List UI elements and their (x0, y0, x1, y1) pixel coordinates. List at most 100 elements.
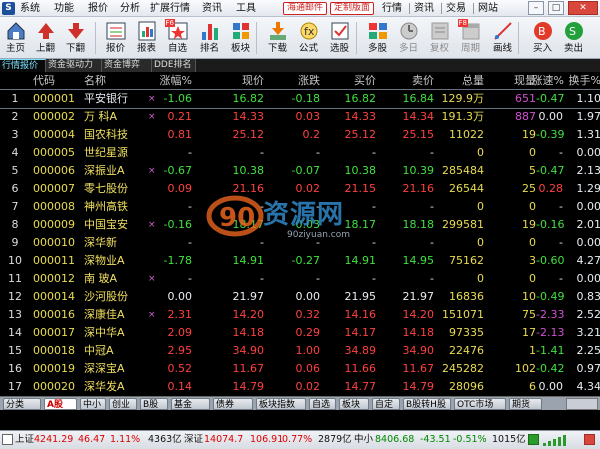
stock-code: 000007 (33, 182, 75, 195)
table-row[interactable]: 5 000006 深振业A × -0.67 10.38 -0.07 10.38 10.39 285… (0, 162, 600, 180)
tab-quote[interactable]: 行情报价 (0, 59, 46, 72)
table-row[interactable]: 4 000005 世纪星源 - - - - -0 0-0.00 (0, 144, 600, 162)
tab-dde-ranking[interactable]: DDE排名 (152, 59, 196, 72)
report-button[interactable]: 报表 (131, 18, 162, 58)
ranking-button[interactable]: 排名 (194, 18, 225, 58)
market-tab-0[interactable]: 分类 (3, 398, 41, 410)
col-speed[interactable]: 涨速% (530, 72, 564, 90)
market-tab-12[interactable]: OTC市场 (454, 398, 506, 410)
table-row[interactable]: 13 000016 深康佳A × 2.31 14.20 0.32 14.16 14.20 1510… (0, 306, 600, 324)
menu-trade[interactable]: 交易 (446, 2, 466, 15)
minimize-icon[interactable]: – (528, 1, 544, 15)
table-row[interactable]: 7 000008 神州高铁 - - - - -0 0-0.00 (0, 198, 600, 216)
connection-icon[interactable] (528, 434, 539, 445)
sell-button[interactable]: S 卖出 (558, 18, 589, 58)
svg-text:B: B (538, 25, 546, 38)
menu-system[interactable]: 系统 (20, 2, 40, 15)
multi-day-button[interactable]: 多日 (393, 18, 424, 58)
buy-button[interactable]: B 买入 (527, 18, 558, 58)
change-speed: 0.28 (538, 182, 564, 195)
haitong-mail-button[interactable]: 海通邮件 (283, 2, 327, 15)
tab-scrollbar[interactable] (566, 398, 598, 410)
table-row[interactable]: 8 000009 中国宝安 × -0.16 18.17 -0.03 18.17 18.18 299… (0, 216, 600, 234)
sme-label[interactable]: 中小 (354, 431, 373, 449)
close-icon[interactable]: ✕ (568, 1, 598, 15)
home-button[interactable]: 主页 (0, 18, 31, 58)
sh-label[interactable]: 上证 (15, 431, 34, 449)
multi-stock-button[interactable]: 多股 (362, 18, 393, 58)
col-change[interactable]: 涨跌 (266, 72, 320, 90)
page-down-button[interactable]: 下翻 (60, 18, 91, 58)
table-row[interactable]: 10 000011 深物业A -1.78 14.91 -0.27 14.91 14.95 751… (0, 252, 600, 270)
col-bid[interactable]: 买价 (322, 72, 376, 90)
table-row[interactable]: 2 000002 万 科A × 0.21 14.33 0.03 14.33 14.34 191.3… (0, 108, 600, 126)
menu-website[interactable]: 网站 (478, 2, 498, 15)
menu-tools[interactable]: 工具 (236, 2, 256, 15)
col-code[interactable]: 代码 (33, 72, 85, 90)
table-row[interactable]: 17 000020 深华发A 0.14 14.79 0.02 14.77 14.79 28096… (0, 378, 600, 396)
menu-quote[interactable]: 报价 (88, 2, 108, 15)
download-button[interactable]: 下载 (262, 18, 293, 58)
menu-news[interactable]: 资讯 (202, 2, 222, 15)
market-tab-9[interactable]: 板块 (339, 398, 369, 410)
page-up-button[interactable]: 上翻 (30, 18, 61, 58)
table-row[interactable]: 14 000017 深中华A 2.09 14.18 0.29 14.17 14.18 97335… (0, 324, 600, 342)
market-tab-5[interactable]: 基金 (171, 398, 210, 410)
menu-function[interactable]: 功能 (54, 2, 74, 15)
adjust-button[interactable]: 复权 (424, 18, 455, 58)
menu-analysis[interactable]: 分析 (120, 2, 140, 15)
sector-button[interactable]: 板块 (225, 18, 256, 58)
market-tab-13[interactable]: 期货 (509, 398, 542, 410)
table-row[interactable]: 15 000018 中冠A 2.95 34.90 1.00 34.89 34.90 22476 1… (0, 342, 600, 360)
draw-line-button[interactable]: 画线 (487, 18, 518, 58)
stock-name: 深中华A (84, 326, 125, 339)
market-tab-8[interactable]: 自选 (309, 398, 336, 410)
col-name[interactable]: 名称 (84, 72, 150, 90)
tab-fund-drive[interactable]: 资金驱动力 (46, 59, 102, 72)
current-volume: 75 (522, 308, 536, 321)
table-row[interactable]: 3 000004 国农科技 0.81 25.12 0.2 25.12 25.15 11022 19… (0, 126, 600, 144)
market-tab-2[interactable]: 中小 (80, 398, 106, 410)
formula-button[interactable]: fx 公式 (293, 18, 324, 58)
menu-info[interactable]: 资讯 (414, 2, 434, 15)
bid-price: 16.82 (344, 92, 377, 105)
alert-icon[interactable] (584, 434, 595, 445)
watchlist-button[interactable]: F6 自选 (162, 18, 193, 58)
sz-label[interactable]: 深证 (184, 431, 203, 449)
custom-layout-button[interactable]: 定制版面 (330, 2, 374, 15)
quote-button[interactable]: 报价 (100, 18, 131, 58)
table-row[interactable]: 11 000012 南 玻A × - - - - -0 0-0.00 (0, 270, 600, 288)
market-tab-7[interactable]: 板块指数 (256, 398, 306, 410)
col-ask[interactable]: 卖价 (378, 72, 434, 90)
col-pct[interactable]: 涨幅% (150, 72, 192, 90)
market-tab-6[interactable]: 债券 (213, 398, 253, 410)
col-price[interactable]: 现价 (196, 72, 264, 90)
market-tab-3[interactable]: 创业 (109, 398, 137, 410)
table-row[interactable]: 12 000014 沙河股份 0.00 21.97 0.00 21.95 21.97 16836… (0, 288, 600, 306)
ask-price: 14.79 (402, 380, 435, 393)
col-turnover[interactable]: 换手% (563, 72, 600, 90)
tab-fund-game[interactable]: 资金博弈 (102, 59, 152, 72)
period-button[interactable]: F8 周期 (455, 18, 486, 58)
col-current-volume[interactable]: 现量 (484, 72, 536, 90)
table-row[interactable]: 6 000007 零七股份 0.09 21.16 0.02 21.15 21.16 26544 2… (0, 180, 600, 198)
menu-market[interactable]: 行情 (382, 2, 402, 15)
col-volume[interactable]: 总量 (436, 72, 484, 90)
market-tab-1[interactable]: A股 (44, 398, 77, 410)
market-tab-10[interactable]: 自定 (372, 398, 400, 410)
market-tab-4[interactable]: B股 (140, 398, 168, 410)
maximize-icon[interactable]: □ (548, 1, 564, 15)
table-row[interactable]: 1 000001 平安银行 × -1.06 16.82 -0.18 16.82 16.84 129… (0, 89, 600, 109)
table-row[interactable]: 9 000010 深华新 - - - - -0 0-0.00 (0, 234, 600, 252)
menu-extended-quote[interactable]: 扩展行情 (150, 2, 190, 15)
table-row[interactable]: 16 000019 深深宝A 0.52 11.67 0.06 11.66 11.67 24528… (0, 360, 600, 378)
current-price: 14.20 (232, 308, 265, 321)
stock-pick-button[interactable]: 选股 (324, 18, 355, 58)
ask-price: 21.97 (402, 290, 435, 303)
total-volume: 0 (477, 146, 484, 159)
change-speed: 0.00 (538, 110, 564, 123)
row-index: 4 (11, 146, 19, 159)
row-index: 7 (11, 200, 19, 213)
total-volume: 151071 (442, 308, 484, 321)
market-tab-11[interactable]: B股转H股 (403, 398, 451, 410)
